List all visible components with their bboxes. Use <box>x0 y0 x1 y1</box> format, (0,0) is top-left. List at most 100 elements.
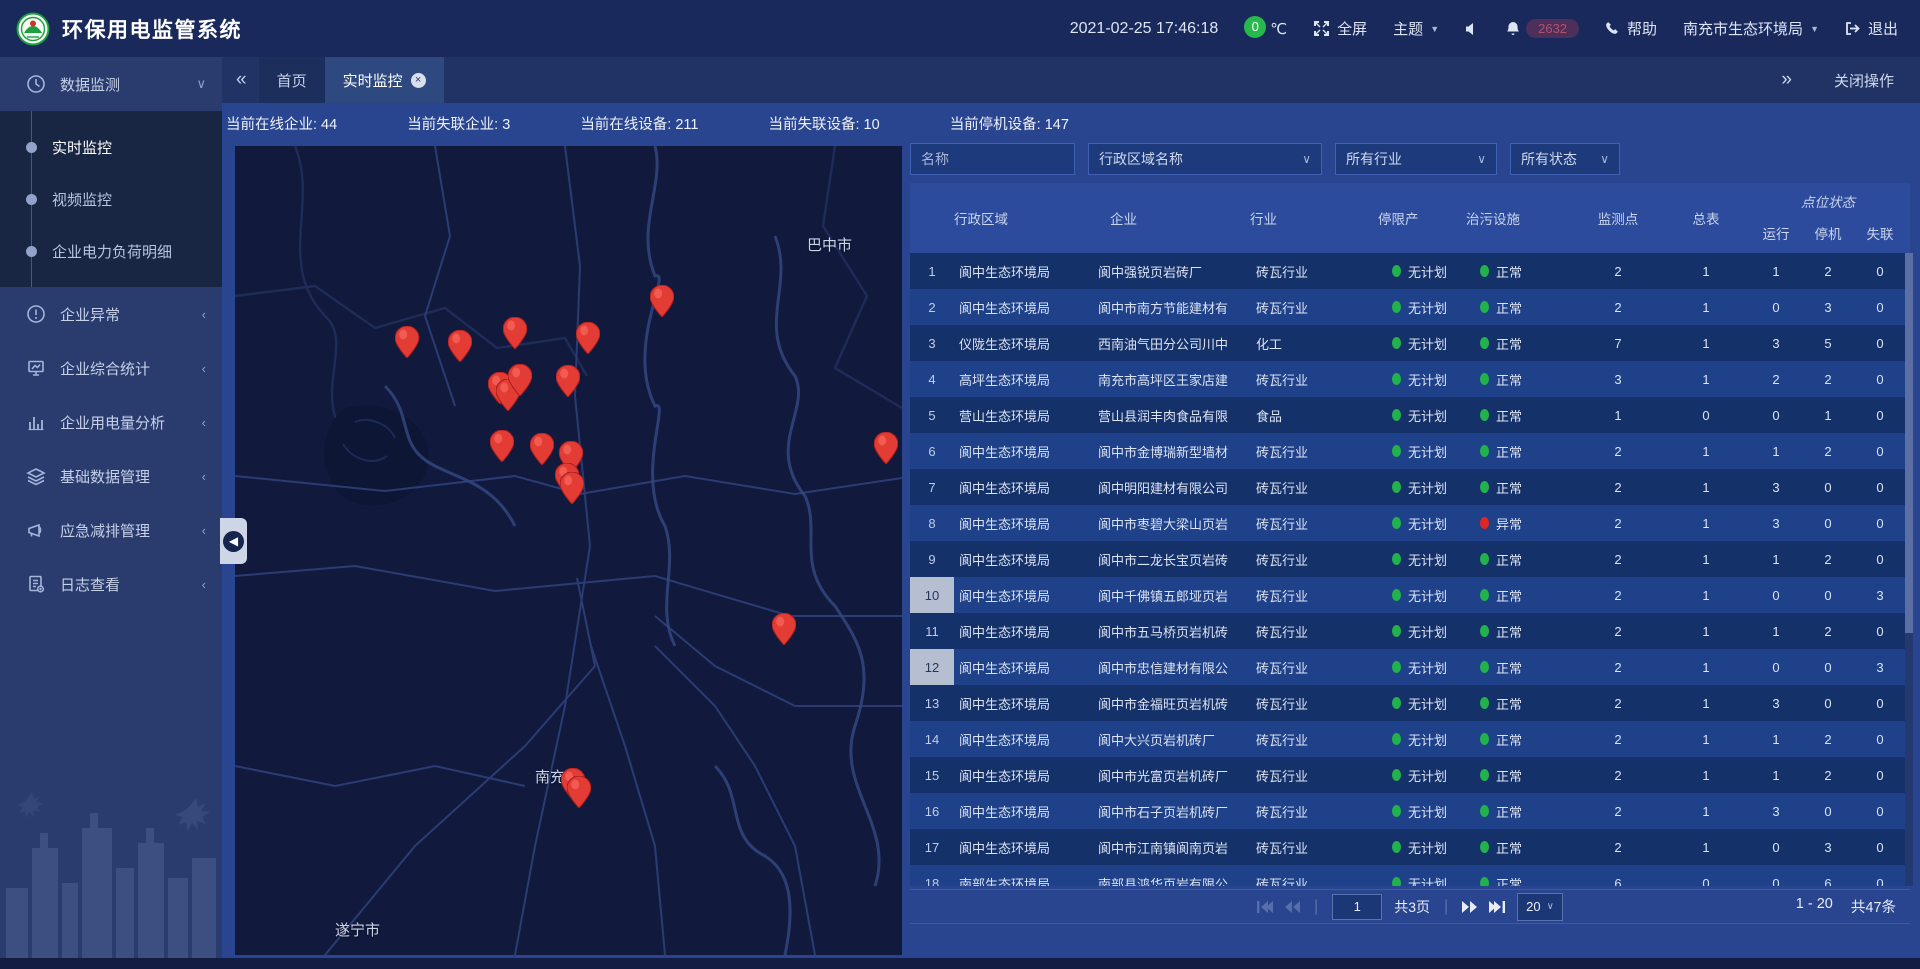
speaker-button[interactable] <box>1465 22 1479 36</box>
table-row[interactable]: 6阆中生态环境局阆中市金博瑞新型墙材砖瓦行业无计划正常21120 <box>910 433 1910 469</box>
page-number-input[interactable]: 1 <box>1332 894 1382 920</box>
name-filter-input[interactable] <box>910 143 1075 175</box>
map-pin[interactable] <box>874 432 898 464</box>
theme-dropdown[interactable]: 主题 ▼ <box>1393 18 1439 39</box>
region-filter-select[interactable]: 行政区域名称 ∨ <box>1088 143 1322 175</box>
map-pin[interactable] <box>650 285 674 317</box>
fullscreen-button[interactable]: 全屏 <box>1313 18 1367 39</box>
cell-region: 营山生态环境局 <box>954 397 1086 433</box>
status-dot-green <box>1480 697 1489 709</box>
table-row[interactable]: 10阆中生态环境局阆中千佛镇五郎垭页岩砖瓦行业无计划正常21003 <box>910 577 1910 613</box>
cell-stop-count: 2 <box>1802 721 1854 757</box>
first-page-button[interactable] <box>1257 901 1273 913</box>
prev-page-button[interactable] <box>1285 901 1300 913</box>
sidebar-subitem[interactable]: 实时监控 <box>0 121 222 173</box>
sidebar-subitem[interactable]: 企业电力负荷明细 <box>0 225 222 277</box>
table-row[interactable]: 7阆中生态环境局阆中明阳建材有限公司砖瓦行业无计划正常21300 <box>910 469 1910 505</box>
map-pin[interactable] <box>560 472 584 504</box>
cell-treatment-status: 正常 <box>1466 829 1574 865</box>
status-dot-green <box>1392 697 1401 709</box>
sidebar-item-power-analysis[interactable]: 企业用电量分析‹ <box>0 395 222 449</box>
cell-production-status: 无计划 <box>1378 325 1466 361</box>
table-row[interactable]: 11阆中生态环境局阆中市五马桥页岩机砖砖瓦行业无计划正常21120 <box>910 613 1910 649</box>
table-row[interactable]: 1阆中生态环境局阆中强锐页岩砖厂砖瓦行业无计划正常21120 <box>910 253 1910 289</box>
cell-production-status: 无计划 <box>1378 541 1466 577</box>
map-pin[interactable] <box>448 330 472 362</box>
status-filter-select[interactable]: 所有状态 ∨ <box>1510 143 1620 175</box>
map-collapse-button[interactable]: ◀ <box>220 518 247 564</box>
map-pin[interactable] <box>503 317 527 349</box>
last-page-button[interactable] <box>1489 901 1505 913</box>
sidebar-item-emergency[interactable]: 应急减排管理‹ <box>0 503 222 557</box>
cell-industry: 砖瓦行业 <box>1250 433 1378 469</box>
table-row[interactable]: 13阆中生态环境局阆中市金福旺页岩机砖砖瓦行业无计划正常21300 <box>910 685 1910 721</box>
sidebar-item-data-monitor[interactable]: 数据监测∨ <box>0 57 222 111</box>
table-row[interactable]: 8阆中生态环境局阆中市枣碧大梁山页岩砖瓦行业无计划异常21300 <box>910 505 1910 541</box>
table-row[interactable]: 2阆中生态环境局阆中市南方节能建材有砖瓦行业无计划正常21030 <box>910 289 1910 325</box>
map-pin[interactable] <box>772 613 796 645</box>
table-scrollbar-thumb[interactable] <box>1905 253 1913 633</box>
table-row[interactable]: 17阆中生态环境局阆中市江南镇阆南页岩砖瓦行业无计划正常21030 <box>910 829 1910 865</box>
sidebar-item-logs[interactable]: 日志查看‹ <box>0 557 222 611</box>
help-button[interactable]: 帮助 <box>1605 18 1657 39</box>
map-pin[interactable] <box>556 365 580 397</box>
cell-industry: 砖瓦行业 <box>1250 685 1378 721</box>
map-pin[interactable] <box>395 326 419 358</box>
sidebar-item-enterprise-stats[interactable]: 企业综合统计‹ <box>0 341 222 395</box>
map-pin[interactable] <box>567 776 591 808</box>
chevron-left-icon: ‹ <box>202 415 206 430</box>
tabs-scroll-right-icon[interactable]: » <box>1781 69 1792 91</box>
city-label: 巴中市 <box>807 234 852 255</box>
table-row[interactable]: 15阆中生态环境局阆中市光富页岩机砖厂砖瓦行业无计划正常21120 <box>910 757 1910 793</box>
table-scrollbar[interactable] <box>1905 253 1913 886</box>
sidebar-item-enterprise-abnormal[interactable]: 企业异常‹ <box>0 287 222 341</box>
sidebar-item-base-data[interactable]: 基础数据管理‹ <box>0 449 222 503</box>
cell-production-status: 无计划 <box>1378 865 1466 886</box>
cell-index: 7 <box>910 469 954 505</box>
org-dropdown[interactable]: 南充市生态环境局 ▼ <box>1683 18 1819 39</box>
map-pin[interactable] <box>490 430 514 462</box>
table-row[interactable]: 16阆中生态环境局阆中市石子页岩机砖厂砖瓦行业无计划正常21300 <box>910 793 1910 829</box>
close-tab-icon[interactable]: × <box>411 73 426 88</box>
tab-realtime-monitor[interactable]: 实时监控 × <box>325 57 444 103</box>
tabs-scroll-left-icon[interactable]: « <box>236 69 247 91</box>
chevron-down-icon: ∨ <box>1600 152 1609 166</box>
sidebar-subitem[interactable]: 视频监控 <box>0 173 222 225</box>
next-page-button[interactable] <box>1462 901 1477 913</box>
cell-meter-count: 1 <box>1662 829 1750 865</box>
table-row[interactable]: 14阆中生态环境局阆中大兴页岩机砖厂砖瓦行业无计划正常21120 <box>910 721 1910 757</box>
status-dot-green <box>1480 481 1489 493</box>
industry-filter-select[interactable]: 所有行业 ∨ <box>1335 143 1497 175</box>
table-row[interactable]: 12阆中生态环境局阆中市忠信建材有限公砖瓦行业无计划正常21003 <box>910 649 1910 685</box>
col-run: 运行 <box>1750 213 1802 253</box>
map-pin[interactable] <box>576 322 600 354</box>
cell-meter-count: 1 <box>1662 361 1750 397</box>
tab-home[interactable]: 首页 <box>259 57 325 103</box>
table-row[interactable]: 9阆中生态环境局阆中市二龙长宝页岩砖砖瓦行业无计划正常21120 <box>910 541 1910 577</box>
tab-active-label: 实时监控 <box>343 70 403 91</box>
table-row[interactable]: 18南部生态环境局南部县鸿华页岩有限公砖瓦行业无计划正常60060 <box>910 865 1910 886</box>
main-content: 当前在线企业: 44当前失联企业: 3当前在线设备: 211当前失联设备: 10… <box>222 103 1920 958</box>
table-row[interactable]: 3仪陇生态环境局西南油气田分公司川中化工无计划正常71350 <box>910 325 1910 361</box>
cell-meter-count: 1 <box>1662 505 1750 541</box>
notification-badge[interactable]: 2632 <box>1505 19 1579 38</box>
table-row[interactable]: 4高坪生态环境局南充市高坪区王家店建砖瓦行业无计划正常31220 <box>910 361 1910 397</box>
page-size-select[interactable]: 20 ∨ <box>1517 893 1563 921</box>
cell-stop-count: 2 <box>1802 757 1854 793</box>
cell-monitor-count: 2 <box>1574 541 1662 577</box>
table-row[interactable]: 5营山生态环境局营山县润丰肉食品有限食品无计划正常10010 <box>910 397 1910 433</box>
cell-industry: 砖瓦行业 <box>1250 793 1378 829</box>
cell-company: 阆中明阳建材有限公司 <box>1086 469 1250 505</box>
map-panel[interactable]: 巴中市南充市遂宁市 <box>235 146 902 955</box>
cell-meter-count: 1 <box>1662 793 1750 829</box>
enterprise-table-panel: 行政区域名称 ∨ 所有行业 ∨ 所有状态 ∨ 行政区域企业行业停限产治污设施监测… <box>910 143 1910 925</box>
cell-lost-count: 0 <box>1854 433 1906 469</box>
map-pin[interactable] <box>530 433 554 465</box>
cell-industry: 化工 <box>1250 325 1378 361</box>
map-pin[interactable] <box>508 364 532 396</box>
close-operations-button[interactable]: 关闭操作 <box>1834 70 1894 91</box>
cell-company: 西南油气田分公司川中 <box>1086 325 1250 361</box>
cell-stop-count: 2 <box>1802 433 1854 469</box>
exit-button[interactable]: 退出 <box>1845 18 1898 39</box>
status-dot-green <box>1392 481 1401 493</box>
